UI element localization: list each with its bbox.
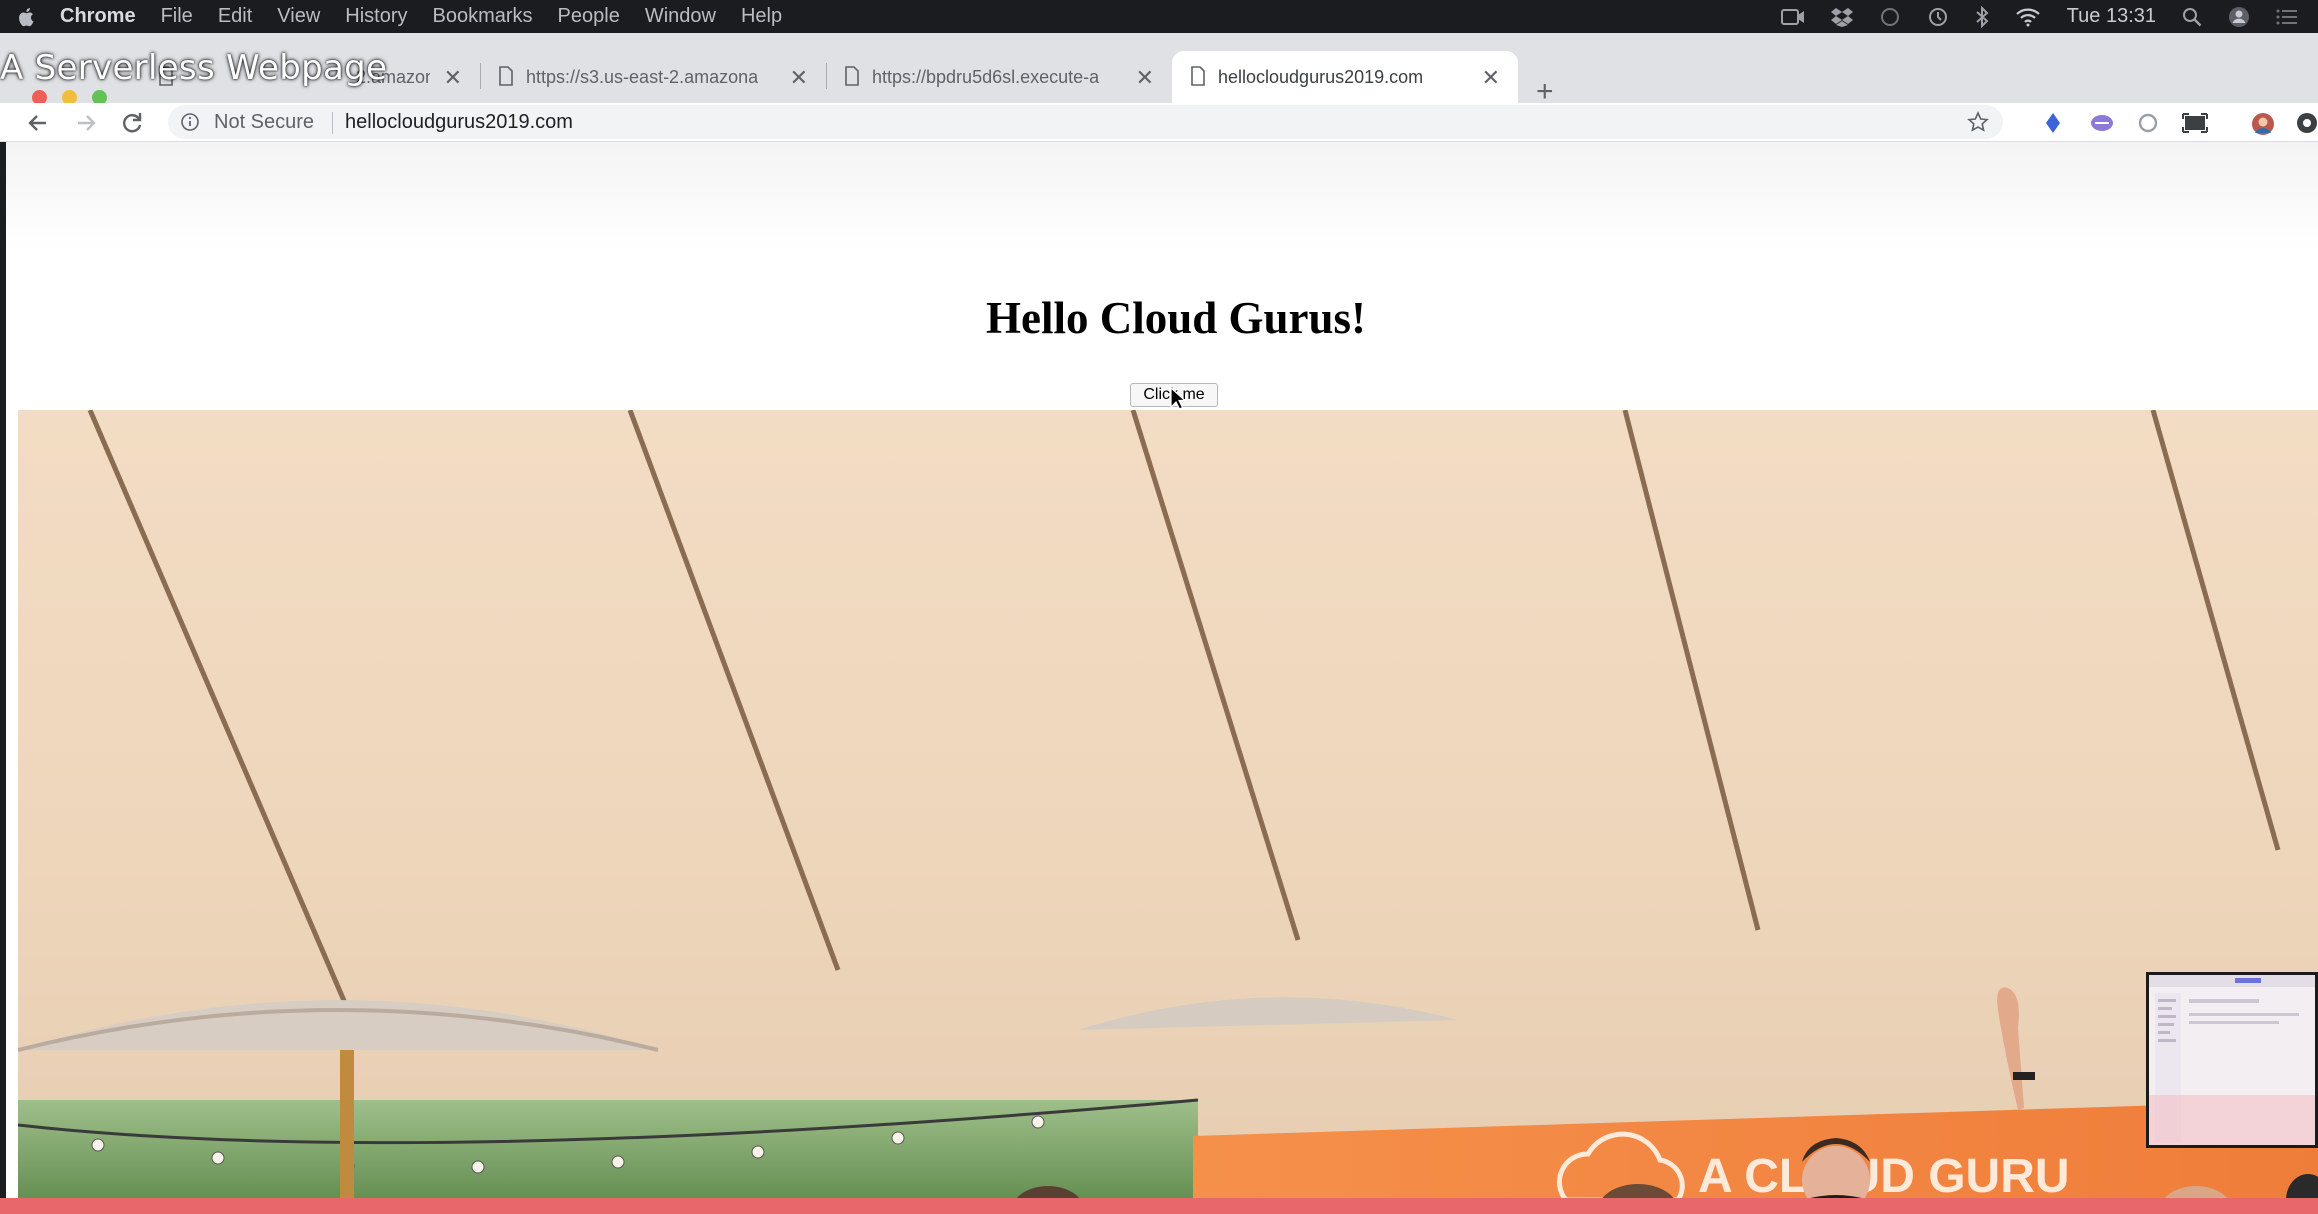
forward-arrow-icon[interactable] — [72, 109, 100, 137]
time-machine-icon[interactable] — [1927, 6, 1949, 28]
back-arrow-icon[interactable] — [24, 109, 52, 137]
security-status-label[interactable]: Not Secure — [214, 111, 314, 134]
close-tab-icon[interactable]: ✕ — [444, 65, 462, 91]
menu-history[interactable]: History — [345, 5, 407, 28]
url-text[interactable]: hellocloudgurus2019.com — [345, 111, 573, 134]
bluetooth-icon[interactable] — [1975, 5, 1989, 28]
tab-s3-us-east-2[interactable]: https://s3.us-east-2.amazona ✕ — [480, 51, 826, 103]
menu-people[interactable]: People — [558, 5, 620, 28]
video-overlay-title: A Serverless Webpage — [0, 48, 388, 88]
document-icon — [499, 66, 513, 86]
mouse-cursor-icon — [1170, 387, 1186, 410]
dropbox-icon[interactable] — [1830, 7, 1853, 27]
web-page-content: Hello Cloud Gurus! Click me A CLOUD GURU — [6, 142, 2318, 1214]
menu-file[interactable]: File — [161, 5, 193, 28]
address-bar[interactable]: Not Secure hellocloudgurus2019.com — [168, 105, 2003, 139]
user-account-icon[interactable] — [2228, 6, 2250, 28]
notification-center-icon[interactable] — [2276, 8, 2298, 26]
info-icon[interactable] — [180, 112, 200, 132]
document-icon — [845, 66, 859, 86]
macos-menu-bar: Chrome File Edit View History Bookmarks … — [0, 0, 2318, 33]
tab-hellocloudgurus-active[interactable]: hellocloudgurus2019.com ✕ — [1172, 51, 1518, 103]
new-tab-button[interactable]: + — [1536, 77, 1554, 107]
tab-title: https://bpdru5d6sl.execute-a — [872, 66, 1100, 87]
tab-title: hellocloudgurus2019.com — [1218, 66, 1424, 87]
apple-icon[interactable] — [16, 6, 38, 28]
tab-title: https://s3.us-east-2.amazona — [526, 66, 759, 87]
profile-avatar-icon[interactable] — [2248, 112, 2278, 136]
menu-bookmarks[interactable]: Bookmarks — [433, 5, 533, 28]
extension-partial-icon[interactable] — [2296, 112, 2318, 134]
menubar-clock[interactable]: Tue 13:31 — [2067, 5, 2156, 28]
spotlight-search-icon[interactable] — [2182, 7, 2202, 27]
tab-execute-api[interactable]: https://bpdru5d6sl.execute-a ✕ — [826, 51, 1172, 103]
wifi-icon[interactable] — [2015, 7, 2041, 27]
banner-logo-text: A CLOUD GURU — [1698, 1150, 2070, 1203]
hero-photo: A CLOUD GURU — [18, 410, 2318, 1210]
menu-edit[interactable]: Edit — [218, 5, 252, 28]
close-tab-icon[interactable]: ✕ — [790, 65, 808, 91]
menu-app-chrome[interactable]: Chrome — [60, 5, 136, 28]
thumbnail-preview — [2149, 975, 2315, 1145]
bookmark-star-icon[interactable] — [1967, 111, 1989, 133]
menu-view[interactable]: View — [277, 5, 320, 28]
picture-in-picture-thumbnail[interactable] — [2146, 972, 2318, 1148]
extension-shield-icon[interactable] — [2090, 112, 2114, 134]
sync-icon[interactable] — [1879, 6, 1901, 28]
menu-window[interactable]: Window — [645, 5, 716, 28]
extension-diamond-icon[interactable] — [2044, 112, 2062, 134]
extension-circle-icon[interactable] — [2137, 112, 2159, 134]
tent-event-photo: A CLOUD GURU — [18, 410, 2318, 1210]
screen-record-icon[interactable] — [1780, 8, 1805, 26]
video-progress-bar[interactable] — [0, 1198, 2318, 1214]
browser-toolbar: Not Secure hellocloudgurus2019.com — [0, 103, 2318, 142]
close-tab-icon[interactable]: ✕ — [1482, 65, 1500, 91]
reload-icon[interactable] — [118, 109, 146, 137]
omnibox-divider — [332, 112, 333, 134]
page-heading: Hello Cloud Gurus! — [985, 293, 1367, 343]
close-tab-icon[interactable]: ✕ — [1136, 65, 1154, 91]
menu-help[interactable]: Help — [741, 5, 782, 28]
document-icon — [1191, 66, 1205, 86]
extension-screen-capture-icon[interactable] — [2182, 112, 2208, 134]
menubar-status-area: Tue 13:31 — [1780, 0, 2298, 33]
